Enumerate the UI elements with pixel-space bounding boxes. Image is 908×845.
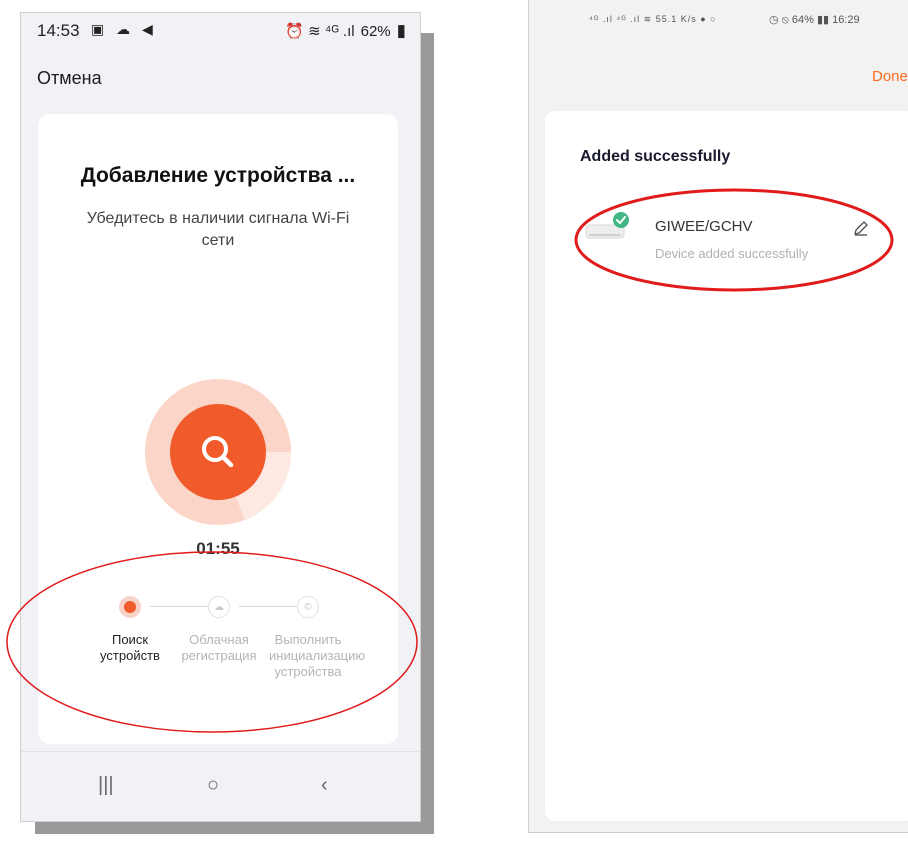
countdown-timer: 01:55: [196, 539, 240, 558]
step-label-init: Выполнить инициализацию устройства: [269, 632, 366, 679]
status-time: 14:53: [37, 21, 80, 40]
air-conditioner-icon: [585, 212, 629, 239]
step-search-dot: [119, 596, 141, 618]
status-signal-icons: ⁴ᴳ .ıl ⁴ᴳ .ıl ≋ 55.1 K/s ● ○: [589, 14, 717, 24]
battery-icon: ▮: [396, 21, 406, 40]
step-label-cloud: Облачная регистрация: [181, 632, 257, 663]
status-notification-icons: ▣ ☁ ◀: [91, 21, 157, 37]
wifi-hint: Убедитесь в наличии сигнала Wi-Fi сети: [86, 210, 350, 249]
android-nav-bar: ||| ○ ‹: [21, 751, 420, 821]
status-bar: ⁴ᴳ .ıl ⁴ᴳ .ıl ≋ 55.1 K/s ● ○ ◷ ⦸ 64% ▮▮ …: [529, 0, 908, 40]
cancel-button[interactable]: Отмена: [37, 68, 102, 89]
recents-button[interactable]: |||: [98, 774, 114, 797]
pairing-steps: ☁ © Поиск устройств Облачная регистрация…: [38, 592, 398, 722]
result-card: Added successfully GIWEE/GCHV Device add…: [545, 111, 908, 821]
status-signal-icons: ⏰ ≋ ⁴ᴳ .ıl: [285, 23, 355, 40]
step-connector: [239, 606, 297, 607]
right-phone-screen: ⁴ᴳ .ıl ⁴ᴳ .ıl ≋ 55.1 K/s ● ○ ◷ ⦸ 64% ▮▮ …: [528, 0, 908, 833]
device-status: Device added successfully: [655, 246, 809, 261]
step-connector: [150, 606, 208, 607]
home-button[interactable]: ○: [207, 774, 219, 797]
success-heading: Added successfully: [580, 148, 731, 165]
battery-percent: 62%: [360, 22, 391, 40]
left-phone-screen: 14:53 ▣ ☁ ◀ ⏰ ≋ ⁴ᴳ .ıl 62% ▮ Отмена Доба…: [20, 12, 421, 822]
search-progress-icon: [145, 379, 291, 525]
back-button[interactable]: ‹: [321, 774, 328, 797]
cloud-icon: ☁: [208, 596, 230, 618]
status-right-group: ◷ ⦸ 64% ▮▮ 16:29: [769, 14, 860, 26]
pairing-card: Добавление устройства ... Убедитесь в на…: [38, 114, 398, 744]
page-title: Добавление устройства ...: [80, 164, 356, 187]
device-name: GIWEE/GCHV: [655, 218, 753, 235]
step-label-search: Поиск устройств: [100, 632, 160, 663]
done-button[interactable]: Done: [872, 68, 908, 85]
edit-pencil-icon[interactable]: [852, 219, 870, 237]
status-bar: 14:53 ▣ ☁ ◀ ⏰ ≋ ⁴ᴳ .ıl 62% ▮: [21, 13, 420, 49]
init-icon: ©: [297, 596, 319, 618]
status-right-group: ⏰ ≋ ⁴ᴳ .ıl 62% ▮: [285, 21, 406, 41]
